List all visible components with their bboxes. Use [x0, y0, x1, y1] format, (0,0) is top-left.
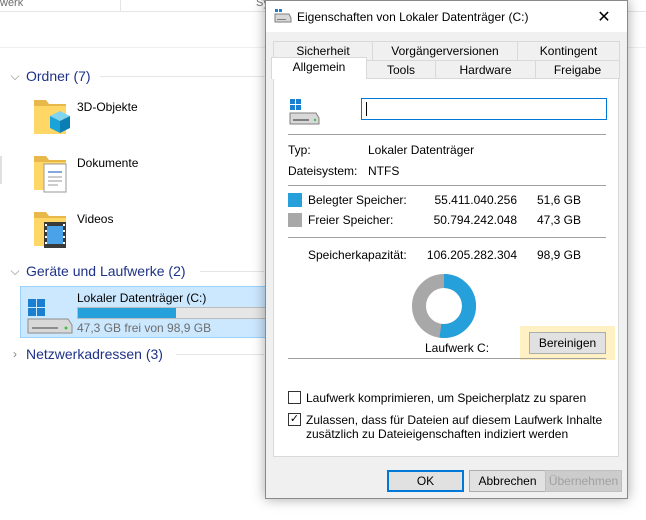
index-checkbox[interactable]: ✓	[288, 413, 301, 426]
folder-label: Dokumente	[77, 156, 139, 170]
close-button[interactable]: ✕	[581, 1, 627, 32]
close-icon: ✕	[597, 8, 611, 26]
folder-item-videos[interactable]: Videos	[28, 204, 263, 258]
dialog-title: Eigenschaften von Lokaler Datenträger (C…	[297, 10, 529, 24]
drive-free-text: 47,3 GB frei von 98,9 GB	[77, 321, 212, 335]
tab-label: Vorgängerversionen	[391, 44, 499, 58]
folder-label: 3D-Objekte	[77, 100, 138, 114]
chevron-right-icon: ›	[13, 347, 17, 361]
text-caret	[366, 101, 367, 116]
drive-usage-bar-fill	[78, 308, 177, 318]
type-label: Typ:	[288, 143, 311, 157]
type-value: Lokaler Datenträger	[368, 143, 475, 157]
cancel-button-label: Abbrechen	[478, 474, 537, 488]
tab-freigabe[interactable]: Freigabe	[535, 60, 620, 79]
checkmark-icon: ✓	[289, 413, 300, 425]
free-space-bytes: 50.794.242.048	[433, 213, 517, 227]
separator	[288, 185, 606, 186]
cleanup-button-label: Bereinigen	[538, 336, 597, 350]
apply-button-label: Übernehmen	[548, 474, 619, 488]
group-header-devices[interactable]: ⌵ Geräte und Laufwerke (2)	[10, 261, 186, 281]
column-divider[interactable]	[120, 0, 121, 12]
used-space-bytes: 55.411.040.256	[434, 193, 517, 207]
group-header-label: Geräte und Laufwerke (2)	[26, 263, 186, 279]
capacity-label: Speicherkapazität:	[308, 248, 407, 262]
chevron-down-icon: ⌵	[10, 68, 20, 83]
capacity-gb: 98,9 GB	[536, 248, 581, 262]
group-header-label: Netzwerkadressen (3)	[26, 346, 163, 362]
index-label-line2: zusätzlich zu Dateieigenschaften indizie…	[306, 427, 569, 441]
index-label-line1: Zulassen, dass für Dateien auf diesem La…	[306, 413, 603, 427]
tab-vorgaengerversionen[interactable]: Vorgängerversionen	[372, 41, 518, 60]
tab-kontingent[interactable]: Kontingent	[517, 41, 620, 60]
used-space-gb: 51,6 GB	[536, 193, 581, 207]
dialog-titlebar[interactable]: Eigenschaften von Lokaler Datenträger (C…	[266, 1, 627, 32]
tab-label: Freigabe	[553, 63, 602, 77]
drive-item-c[interactable]: Lokaler Datenträger (C:) 47,3 GB frei vo…	[20, 286, 268, 338]
separator	[288, 358, 606, 359]
separator	[288, 237, 606, 238]
column-header-type[interactable]: werk	[0, 0, 23, 9]
drive-name-input[interactable]	[361, 98, 607, 120]
3d-objects-folder-icon	[34, 100, 70, 134]
group-divider	[100, 76, 264, 77]
disk-usage-donut-chart	[412, 274, 476, 338]
free-space-swatch	[288, 213, 302, 227]
group-header-label: Ordner (7)	[26, 68, 91, 84]
folder-item-documents[interactable]: Dokumente	[28, 148, 263, 202]
folder-label: Videos	[77, 212, 114, 226]
filesystem-label: Dateisystem:	[288, 164, 358, 178]
hard-drive-icon	[27, 299, 73, 334]
tab-allgemein[interactable]: Allgemein	[271, 57, 367, 79]
tab-label: Allgemein	[292, 60, 346, 74]
group-divider	[176, 354, 264, 355]
nav-pane-edge	[0, 156, 2, 184]
group-header-folders[interactable]: ⌵ Ordner (7)	[10, 66, 91, 86]
compress-label: Laufwerk komprimieren, um Speicherplatz …	[306, 391, 587, 405]
tab-label: Hardware	[459, 63, 512, 77]
tab-panel-allgemein: Typ: Lokaler Datenträger Dateisystem: NT…	[273, 78, 619, 457]
chevron-down-icon: ⌵	[10, 263, 20, 278]
ok-button-label: OK	[416, 474, 435, 488]
separator	[288, 134, 606, 135]
drive-usage-bar	[77, 307, 267, 319]
drive-label: Lokaler Datenträger (C:)	[77, 291, 207, 305]
videos-folder-icon	[34, 212, 66, 248]
used-space-label: Belegter Speicher:	[308, 193, 407, 207]
drive-letter-label: Laufwerk C:	[425, 341, 490, 355]
compress-checkbox[interactable]	[288, 391, 301, 404]
documents-folder-icon	[34, 156, 67, 193]
hard-drive-icon	[289, 99, 320, 125]
group-header-network[interactable]: › Netzwerkadressen (3)	[10, 344, 163, 364]
free-space-label: Freier Speicher:	[308, 213, 394, 227]
tab-label: Sicherheit	[296, 44, 350, 58]
ok-button[interactable]: OK	[387, 470, 464, 492]
filesystem-value: NTFS	[368, 164, 400, 178]
tab-label: Tools	[386, 63, 415, 77]
drive-small-icon	[274, 9, 292, 23]
group-divider	[200, 271, 264, 272]
tab-hardware[interactable]: Hardware	[435, 60, 536, 79]
tab-tools[interactable]: Tools	[366, 60, 436, 79]
capacity-bytes: 106.205.282.304	[426, 248, 517, 262]
folder-item-3d-objects[interactable]: 3D-Objekte	[28, 92, 263, 146]
cleanup-button[interactable]: Bereinigen	[529, 332, 606, 354]
tab-label: Kontingent	[539, 44, 598, 58]
cancel-button[interactable]: Abbrechen	[469, 470, 546, 492]
used-space-swatch	[288, 193, 302, 207]
drive-properties-dialog: Eigenschaften von Lokaler Datenträger (C…	[265, 0, 628, 499]
free-space-gb: 47,3 GB	[536, 213, 581, 227]
apply-button[interactable]: Übernehmen	[545, 470, 622, 492]
